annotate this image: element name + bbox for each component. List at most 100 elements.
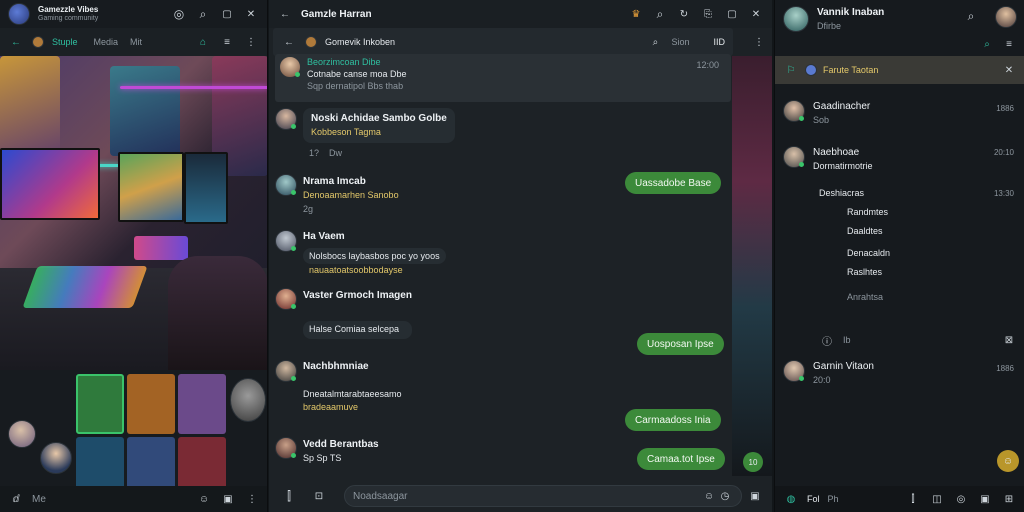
expand-icon[interactable]: ⊠ (1001, 332, 1017, 348)
message[interactable]: Vaster Grmoch Imagen Halse Comiaa selcep… (275, 288, 412, 339)
message[interactable]: Nrama Imcab Denoaamarhen Sanobo 2g (275, 174, 399, 216)
message-composer[interactable]: Noadsaagar ☺ ◷ (344, 485, 742, 507)
chat-list-item[interactable]: Garnin Vitaon 20:0 (783, 360, 874, 387)
group-avatar[interactable] (8, 3, 30, 25)
reaction-count[interactable]: 2g (303, 203, 399, 217)
search-field[interactable]: Sion (671, 37, 689, 47)
more-icon[interactable]: ⋮ (244, 491, 260, 507)
section-label: Ib (843, 335, 851, 345)
chat-subheader-name: Gomevik Inkoben (325, 37, 396, 47)
menu-icon[interactable]: ≡ (219, 34, 235, 50)
thumb-green-hero[interactable] (76, 374, 124, 434)
outgoing-message[interactable]: Uosposan Ipse (637, 333, 724, 355)
search-icon[interactable]: ⌕ (963, 8, 979, 24)
window-icon[interactable]: ▢ (724, 6, 740, 22)
sub-item[interactable]: Denacaldn (847, 248, 890, 258)
back-icon[interactable]: ← (277, 6, 293, 22)
camera-icon[interactable]: ▣ (220, 491, 236, 507)
gaming-room-image[interactable] (0, 56, 267, 370)
close-icon[interactable]: ✕ (748, 6, 764, 22)
more-icon[interactable]: ⊞ (1001, 491, 1017, 507)
crown-icon[interactable]: ♛ (628, 6, 644, 22)
outgoing-message[interactable]: Carmaadoss Inia (625, 409, 721, 431)
sub-item[interactable]: Daaldtes (847, 226, 883, 236)
close-icon[interactable]: ✕ (243, 6, 259, 22)
chat-name: Gaadinacher (813, 101, 871, 112)
window-icon[interactable]: ▢ (219, 6, 235, 22)
pinned-chat[interactable]: ⚐ Farute Taotan ✕ (775, 56, 1024, 84)
outgoing-message[interactable]: Camaa.tot Ipse (637, 448, 725, 470)
menu-icon[interactable]: ≡ (1001, 36, 1017, 52)
profile-avatar[interactable] (783, 6, 809, 33)
user-avatar[interactable] (995, 6, 1017, 28)
bookmark-icon[interactable]: ⎘ (700, 6, 716, 22)
chat-list-item[interactable]: Gaadinacher Sob (783, 100, 870, 127)
filter-icon[interactable]: IID (713, 37, 725, 47)
emoji-icon[interactable]: ☺ (196, 491, 212, 507)
more-icon[interactable]: ⋮ (751, 34, 767, 50)
search-icon[interactable]: ⌕ (652, 6, 668, 22)
back-icon[interactable]: ← (8, 34, 24, 50)
tab-media[interactable]: Media (94, 37, 119, 47)
media-thumbnails (76, 374, 226, 497)
info-icon: ⓘ (822, 336, 832, 348)
left-subtitle: Gaming community (38, 14, 99, 22)
left-header: Gamezzle Vibes Gaming community ◎ ⌕ ▢ ✕ (0, 0, 267, 28)
contacts-icon[interactable]: ⫿ (905, 491, 921, 507)
thumb-lion-beast[interactable] (127, 374, 175, 434)
settings-icon[interactable]: ▣ (977, 491, 993, 507)
new-chat-button[interactable]: ☺ (997, 450, 1019, 472)
attach-icon[interactable]: ⫿ (281, 488, 297, 504)
status-icon[interactable]: ◎ (953, 491, 969, 507)
tab-stuple[interactable]: Stuple (52, 37, 78, 47)
send-icon[interactable]: ▣ (747, 488, 763, 504)
thumb-goblin-raider[interactable] (178, 374, 226, 434)
reaction-count[interactable]: 1? (309, 148, 319, 158)
sender-avatar (275, 288, 297, 310)
sticker-icon[interactable]: ⊡ (311, 488, 327, 504)
pinned-time: 12:00 (696, 60, 719, 70)
sub-item[interactable]: Randmtes (847, 207, 888, 217)
pinned-message[interactable]: Beorzimcoan Dibe Cotnabe canse moa Dbe S… (275, 54, 731, 102)
message[interactable]: Noski Achidae Sambo Golbe Kobbeson Tagma (275, 108, 455, 143)
back-icon[interactable]: ← (281, 34, 297, 50)
unread-badge[interactable]: 10 (743, 452, 763, 472)
search-icon[interactable]: ⌕ (647, 34, 663, 50)
close-icon[interactable]: ✕ (1001, 62, 1017, 78)
message[interactable]: Nachbhmniae Dneatalmtarabtaeesamo bradea… (275, 360, 402, 413)
whatsapp-icon[interactable]: ◎ (171, 6, 187, 22)
sub-item[interactable]: Raslhtes (847, 267, 882, 277)
chat-list-item[interactable]: Naebhoae Dormatirmotrie (783, 146, 873, 173)
sub-item[interactable]: Anrahtsa (847, 292, 883, 302)
member-avatar[interactable] (230, 378, 266, 422)
calls-icon[interactable]: ◫ (929, 491, 945, 507)
globe-icon[interactable]: ◍ (783, 491, 799, 507)
chat-avatar (783, 100, 805, 122)
emoji-icon[interactable]: ☺ (701, 488, 717, 504)
more-icon[interactable]: ⋮ (243, 34, 259, 50)
refresh-icon[interactable]: ↻ (676, 6, 692, 22)
clock-icon[interactable]: ◷ (717, 488, 733, 504)
chat-time: 20:10 (993, 148, 1014, 157)
search-icon[interactable]: ⌕ (979, 36, 995, 52)
sub-item[interactable]: Deshiacras (819, 188, 864, 198)
sender-name: Vedd Berantbas (303, 439, 379, 450)
compose-icon[interactable]: ⅆ (8, 491, 24, 507)
reaction-count[interactable]: Dw (329, 148, 342, 158)
message[interactable]: Vedd Berantbas Sp Sp TS (275, 437, 379, 466)
lock-icon[interactable]: ⌂ (195, 34, 211, 50)
chat-list-pane: Vannik Inaban Dfirbe ⌕ ⌕ ≡ ⚐ Farute Taot… (774, 0, 1024, 512)
search-icon[interactable]: ⌕ (195, 6, 211, 22)
message[interactable]: Ha Vaem Nolsbocs laybasbos poc yo yoos n… (275, 230, 446, 276)
secondary-keyboard (134, 236, 188, 260)
member-avatar[interactable] (8, 420, 36, 448)
pinned-chat-name: Farute Taotan (823, 65, 879, 75)
pin-icon: ⚐ (786, 64, 796, 76)
pinned-line: Sqp dernatipol Bbs thab (307, 81, 404, 92)
chat-preview: Dormatirmotrie (813, 161, 873, 171)
sub-item-time: 13:30 (993, 189, 1014, 198)
tab-mit[interactable]: Mit (130, 37, 142, 47)
outgoing-message[interactable]: Uassadobe Base (625, 172, 722, 194)
left-title: Gamezzle Vibes (38, 5, 99, 15)
member-avatar[interactable] (40, 442, 72, 474)
